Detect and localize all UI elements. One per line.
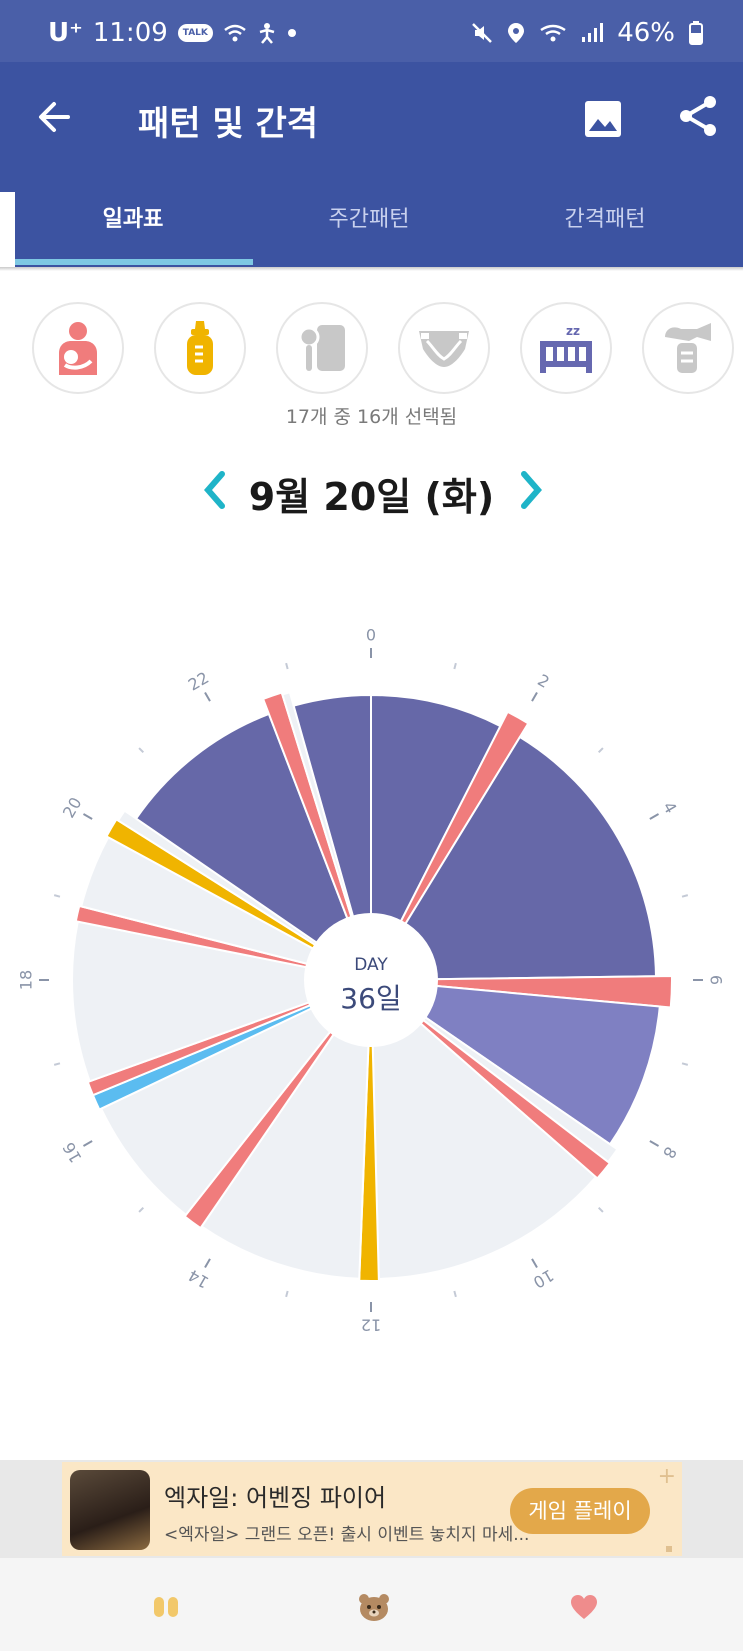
hour-tick (204, 691, 211, 702)
mute-icon (472, 23, 493, 43)
ad-play-button[interactable]: 게임 플레이 (510, 1488, 650, 1534)
hour-tick (681, 1062, 689, 1066)
date-navigator: 9월 20일 (화) (0, 462, 743, 522)
tab-daily-schedule[interactable]: 일과표 (15, 192, 251, 267)
bottom-nav (0, 1558, 743, 1651)
hour-label: 0 (366, 626, 376, 645)
hour-label: 8 (659, 1143, 681, 1161)
share-icon[interactable] (676, 94, 720, 138)
hour-label: 6 (707, 975, 726, 985)
hour-label: 4 (659, 798, 681, 816)
battery-percent: 46% (617, 18, 675, 48)
center-value: 36일 (340, 982, 401, 1015)
hour-tick (597, 747, 604, 754)
status-right: 46% (471, 18, 703, 48)
hour-tick (138, 747, 145, 754)
divider (0, 267, 743, 271)
wifi-icon (224, 24, 246, 42)
location-icon (508, 23, 525, 43)
selection-count: 17개 중 16개 선택됨 (285, 406, 458, 428)
svg-text:zz: zz (566, 324, 580, 338)
diaper-icon (419, 331, 469, 367)
hour-tick (681, 894, 689, 898)
bottle-icon (187, 321, 213, 375)
active-tab-indicator (15, 259, 253, 265)
hour-label: 22 (185, 668, 212, 695)
hour-tick (53, 1062, 61, 1066)
baby-food-icon (298, 325, 345, 371)
dot-icon (287, 29, 296, 37)
battery-icon (689, 21, 703, 45)
hour-tick (204, 1258, 211, 1269)
hour-tick (453, 662, 457, 670)
hour-tick (649, 1140, 660, 1147)
center-hub (304, 913, 438, 1047)
hour-tick (285, 662, 289, 670)
hour-tick (285, 1290, 289, 1298)
footprints-icon (154, 1597, 178, 1617)
breastfeeding-icon (59, 322, 97, 375)
filter-diaper[interactable] (398, 302, 490, 394)
hour-label: 18 (17, 970, 36, 990)
image-icon[interactable] (584, 100, 622, 138)
current-date: 9월 20일 (화) (248, 475, 495, 519)
hour-tick (138, 1206, 145, 1213)
arrow-left-icon[interactable] (32, 92, 82, 142)
filter-baby-food[interactable] (276, 302, 368, 394)
tab-weekly-pattern[interactable]: 주간패턴 (251, 192, 487, 267)
filter-bottle[interactable] (154, 302, 246, 394)
hour-tick (649, 813, 660, 820)
app-bar: 패턴 및 간격 (0, 62, 743, 192)
kakaotalk-icon: TALK (177, 24, 213, 42)
ad-subtitle: <엑자일> 그랜드 오픈! 출시 이벤트 놓치지 마세... (164, 1525, 530, 1545)
ad-title: 엑자일: 어벤징 파이어 (164, 1484, 387, 1512)
hour-tick (82, 1140, 93, 1147)
hour-label: 2 (534, 670, 552, 692)
status-bar: U⁺ 11:09 TALK 46% (0, 0, 743, 62)
cell-signal-icon (582, 23, 604, 42)
hour-tick (531, 691, 538, 702)
filter-breastfeeding[interactable] (32, 302, 124, 394)
bear-icon (359, 1594, 389, 1621)
hour-tick (597, 1206, 604, 1213)
wifi-signal-icon (540, 24, 566, 42)
breast-pump-icon (665, 323, 711, 373)
hour-label: 10 (530, 1265, 557, 1292)
accessibility-icon (259, 23, 275, 44)
center-label: DAY (354, 955, 388, 975)
hour-tick (531, 1258, 538, 1269)
ad-banner[interactable]: 엑자일: 어벤징 파이어 <엑자일> 그랜드 오픈! 출시 이벤트 놓치지 마세… (0, 1460, 743, 1558)
ad-corner-marker (666, 1546, 672, 1552)
sleep-crib-icon: zz (540, 324, 592, 373)
clock: 11:09 (92, 18, 168, 48)
tab-interval-pattern[interactable]: 간격패턴 (487, 192, 723, 267)
ad-card[interactable]: 엑자일: 어벤징 파이어 <엑자일> 그랜드 오픈! 출시 이벤트 놓치지 마세… (62, 1462, 682, 1556)
heart-icon (571, 1595, 597, 1619)
page-title: 패턴 및 간격 (138, 104, 319, 144)
filter-sleep[interactable]: zz (520, 302, 612, 394)
hour-tick (53, 894, 61, 898)
hour-tick (453, 1290, 457, 1298)
ad-thumbnail (70, 1470, 150, 1550)
status-left: U⁺ 11:09 TALK (48, 18, 297, 48)
tab-bar: 일과표 주간패턴 간격패턴 (15, 192, 743, 267)
hour-tick (82, 813, 93, 820)
nav-bear[interactable] (344, 1582, 404, 1632)
hour-label: 14 (185, 1265, 212, 1292)
hour-label: 16 (59, 1139, 86, 1166)
hour-label: 12 (361, 1316, 381, 1335)
filter-breast-pump[interactable] (642, 302, 734, 394)
nav-heart[interactable] (554, 1582, 614, 1632)
carrier-label: U⁺ (48, 18, 83, 48)
hour-label: 20 (59, 794, 86, 821)
chevron-right-icon[interactable] (512, 462, 552, 518)
nav-footprints[interactable] (136, 1582, 196, 1632)
ad-plus-icon[interactable]: + (658, 1464, 676, 1489)
daily-timeline-chart: DAY 36일 0 2 4 6 8 10 12 14 16 18 20 22 (17, 626, 726, 1335)
